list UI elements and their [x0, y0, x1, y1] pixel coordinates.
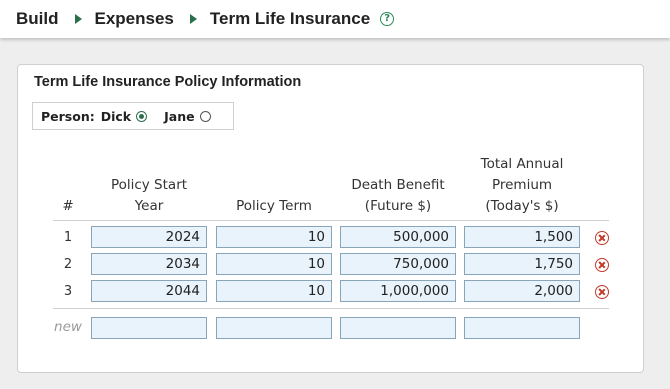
- header-benefit: Death Benefit (Future $): [340, 175, 456, 217]
- row-number: 1: [63, 230, 73, 245]
- header-start-year: Policy Start Year: [91, 175, 207, 217]
- person-option-jane-radio[interactable]: [199, 110, 211, 122]
- header-premium-line1: Total Annual: [480, 156, 564, 172]
- start-year-input[interactable]: 2034: [91, 253, 207, 275]
- breadcrumb-term-life-insurance: Term Life Insurance: [209, 9, 371, 28]
- breadcrumb-separator-icon: [74, 14, 82, 24]
- person-label: Person:: [41, 108, 95, 124]
- rows-divider: [53, 308, 609, 309]
- header-benefit-line2: (Future $): [364, 198, 432, 214]
- person-option-dick-label[interactable]: Dick: [101, 109, 131, 124]
- policy-term-input[interactable]: 10: [216, 253, 332, 275]
- close-circle-icon[interactable]: [595, 285, 609, 299]
- new-row-label: new: [54, 319, 82, 335]
- start-year-input[interactable]: 2044: [91, 280, 207, 302]
- death-benefit-input[interactable]: 1,000,000: [340, 280, 456, 302]
- close-circle-icon[interactable]: [595, 231, 609, 245]
- person-selector: Person: Dick Jane: [32, 102, 234, 130]
- header-benefit-line1: Death Benefit: [351, 177, 445, 193]
- card-title: Term Life Insurance Policy Information: [34, 74, 302, 90]
- question-circle-icon[interactable]: ?: [380, 12, 395, 26]
- header-start-year-line2: Year: [134, 198, 164, 214]
- breadcrumb-build[interactable]: Build: [16, 9, 59, 29]
- breadcrumb-separator-icon: [189, 14, 197, 24]
- breadcrumb-bar: Build Expenses Term Life Insurance ?: [0, 0, 670, 38]
- close-circle-icon[interactable]: [595, 258, 609, 272]
- header-start-year-line1: Policy Start: [110, 177, 188, 193]
- new-annual-premium-input[interactable]: [464, 317, 580, 339]
- policy-term-input[interactable]: 10: [216, 280, 332, 302]
- annual-premium-input[interactable]: 1,750: [464, 253, 580, 275]
- person-option-jane-label[interactable]: Jane: [164, 109, 194, 124]
- header-divider: [53, 220, 609, 221]
- row-number: 2: [63, 257, 73, 272]
- breadcrumb-expenses[interactable]: Expenses: [95, 9, 174, 29]
- new-death-benefit-input[interactable]: [340, 317, 456, 339]
- policy-info-card: Term Life Insurance Policy Information P…: [17, 64, 644, 373]
- new-start-year-input[interactable]: [91, 317, 207, 339]
- header-premium-line2: Premium: [491, 177, 553, 193]
- death-benefit-input[interactable]: 500,000: [340, 226, 456, 248]
- annual-premium-input[interactable]: 2,000: [464, 280, 580, 302]
- row-number: 3: [63, 284, 73, 299]
- start-year-input[interactable]: 2024: [91, 226, 207, 248]
- header-premium: Total Annual Premium (Today's $): [464, 154, 580, 217]
- new-policy-term-input[interactable]: [216, 317, 332, 339]
- policy-term-input[interactable]: 10: [216, 226, 332, 248]
- annual-premium-input[interactable]: 1,500: [464, 226, 580, 248]
- person-option-dick-radio[interactable]: [136, 110, 148, 122]
- death-benefit-input[interactable]: 750,000: [340, 253, 456, 275]
- header-term: Policy Term: [236, 198, 312, 214]
- header-num: #: [62, 198, 74, 214]
- header-premium-line3: (Today's $): [485, 198, 559, 214]
